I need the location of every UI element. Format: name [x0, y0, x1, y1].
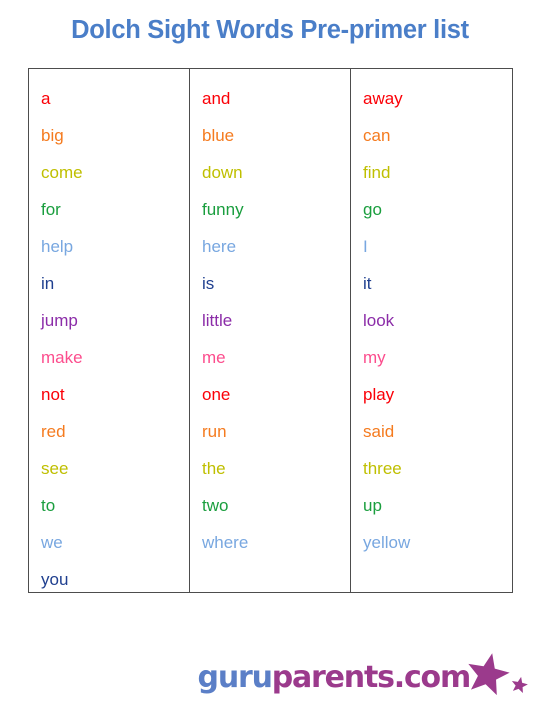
sight-word: make: [41, 348, 83, 367]
sight-word: two: [202, 496, 229, 515]
sight-word: my: [363, 348, 386, 367]
sight-word: go: [363, 200, 382, 219]
sight-word: a: [41, 89, 51, 108]
sight-word: away: [363, 89, 403, 108]
sight-word: red: [41, 422, 66, 441]
sight-word: I: [363, 237, 368, 256]
guruparents-logo[interactable]: guruparents.com: [198, 652, 528, 704]
sight-word: funny: [202, 200, 244, 219]
sight-word: one: [202, 385, 231, 404]
sight-word: it: [363, 274, 372, 293]
sight-word: we: [41, 533, 63, 552]
sight-word: up: [363, 496, 382, 515]
sight-word: can: [363, 126, 391, 145]
sight-word: help: [41, 237, 74, 256]
star-icon: [468, 653, 510, 695]
sight-word: you: [41, 570, 69, 589]
word-column-1: a big come for help in jump make not red see to we yo…: [29, 69, 190, 592]
sight-word: yellow: [363, 533, 411, 552]
footer: guruparents.com: [0, 652, 540, 712]
sight-word: said: [363, 422, 395, 441]
sight-word: three: [363, 459, 402, 478]
sight-word: down: [202, 163, 243, 182]
word-column-2: and blue down funny here is little me one run the t…: [190, 69, 351, 592]
sight-word: me: [202, 348, 226, 367]
page-title: Dolch Sight Words Pre-primer list: [71, 16, 469, 44]
sight-word: see: [41, 459, 69, 478]
sight-word: run: [202, 422, 227, 441]
sight-word: little: [202, 311, 233, 330]
sight-word: is: [202, 274, 215, 293]
worksheet-page: Dolch Sight Words Pre-primer list a big co…: [0, 0, 540, 720]
sight-word: come: [41, 163, 83, 182]
sight-word: here: [202, 237, 237, 256]
sight-word: find: [363, 163, 391, 182]
sight-word: jump: [41, 311, 78, 330]
sight-word: in: [41, 274, 55, 293]
star-small-icon: [511, 676, 528, 693]
sight-word: big: [41, 126, 64, 145]
logo-text-parents: parents.com: [271, 660, 471, 695]
sight-word: play: [363, 385, 395, 404]
sight-word: not: [41, 385, 65, 404]
logo-text-guru: guru: [197, 660, 273, 695]
sight-word: the: [202, 459, 226, 478]
sight-word: to: [41, 496, 56, 515]
sight-word: blue: [202, 126, 235, 145]
sight-word: look: [363, 311, 395, 330]
sight-word: where: [202, 533, 249, 552]
word-column-3: away can find go Iit look my play said three up yel…: [351, 69, 512, 592]
sight-word: and: [202, 89, 231, 108]
sight-words-table: a big come for help in jump make not red see to we yo…: [28, 68, 513, 593]
sight-word: for: [41, 200, 61, 219]
